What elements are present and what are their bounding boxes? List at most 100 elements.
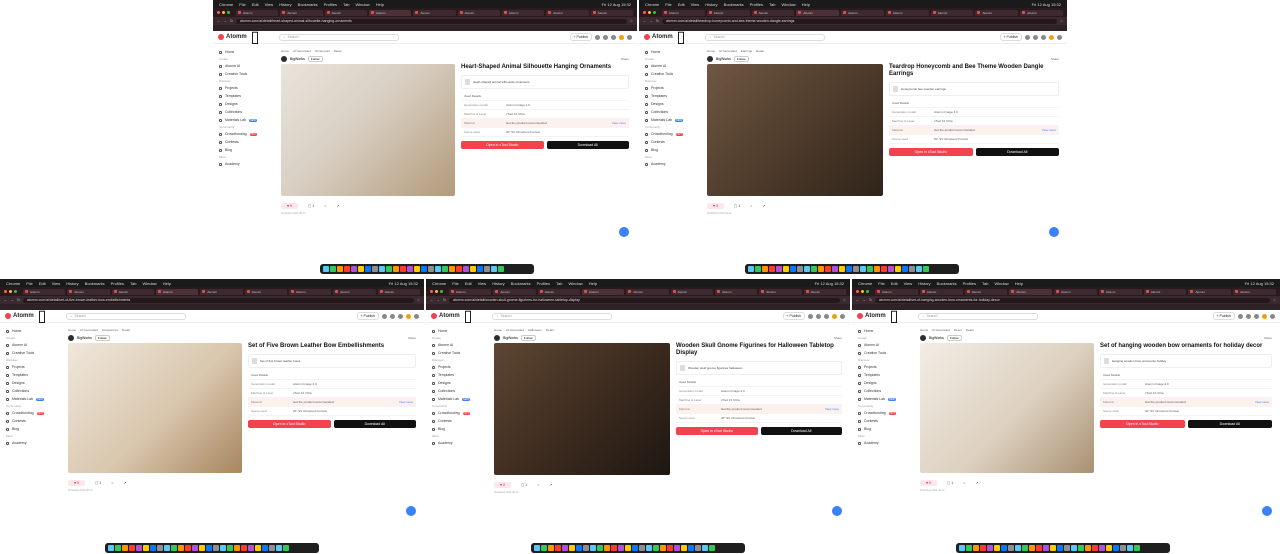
share-button[interactable]: Share [1051,57,1059,61]
menubar-item[interactable]: History [918,281,930,286]
menubar-item[interactable]: Bookmarks [298,2,318,7]
menubar-item[interactable]: Window [142,281,156,286]
breadcrumb-item[interactable]: Ornaments [315,49,330,53]
follow-button[interactable]: Follow [733,56,749,62]
dock-app-icon[interactable] [372,266,378,272]
address-field[interactable]: atomm.com/ai/detail/set-of-five-brown-le… [22,297,414,303]
dock-app-icon[interactable] [344,266,350,272]
dock-app-icon[interactable] [1085,545,1091,551]
star-icon[interactable]: ☆ [1273,298,1276,302]
menubar-item[interactable]: View [52,281,61,286]
browser-tab[interactable]: Atomm [885,9,929,16]
dock-app-icon[interactable] [660,545,666,551]
menubar-item[interactable]: History [492,281,504,286]
dock-app-icon[interactable] [393,266,399,272]
dock-app-icon[interactable] [1008,545,1014,551]
sidebar-item[interactable]: Home [6,327,54,335]
sidebar-item[interactable]: Home [645,48,693,56]
dock-app-icon[interactable] [351,266,357,272]
download-all-button[interactable]: Download All [333,420,416,428]
menubar-item[interactable]: Edit [465,281,472,286]
dock-app-icon[interactable] [709,545,715,551]
author-name[interactable]: BigWorks [503,336,518,340]
coin-icon[interactable] [619,34,624,40]
menubar-item[interactable]: Tab [130,281,136,286]
share-icon[interactable]: ↗ [762,204,765,208]
browser-tab[interactable]: Atomm [236,9,279,16]
follow-button[interactable]: Follow [307,56,323,62]
dock-app-icon[interactable] [192,545,198,551]
window-control-button[interactable] [866,290,869,293]
author-name[interactable]: BigWorks [290,57,305,61]
dock-app-icon[interactable] [959,545,965,551]
like-button[interactable]: ♥ 9 [920,480,937,486]
browser-tab[interactable]: Atomm [457,9,500,16]
dock-app-icon[interactable] [755,266,761,272]
dock-app-icon[interactable] [470,266,476,272]
forward-icon[interactable]: → [11,298,15,302]
menubar-item[interactable]: History [66,281,78,286]
menubar-item[interactable]: Edit [678,2,685,7]
dock-app-icon[interactable] [414,266,420,272]
menubar-item[interactable]: Profiles [537,281,550,286]
breadcrumb-item[interactable]: Detail [966,328,974,332]
menubar-item[interactable]: Help [376,2,384,7]
dock-app-icon[interactable] [632,545,638,551]
menubar-item[interactable]: Window [781,2,795,7]
window-control-button[interactable] [9,290,12,293]
browser-tab[interactable]: Atomm [1009,288,1053,295]
breadcrumb-item[interactable]: AI Generated [932,328,950,332]
menubar-item[interactable]: Tab [982,281,988,286]
dock-app-icon[interactable] [1064,545,1070,551]
browser-tab[interactable]: Atomm [333,288,376,295]
browser-tab[interactable]: Atomm [841,9,884,16]
dock-app-icon[interactable] [1092,545,1098,551]
dock-app-icon[interactable] [776,266,782,272]
cart-icon[interactable] [824,313,829,319]
user-avatar[interactable] [1270,313,1275,319]
dock-app-icon[interactable] [818,266,824,272]
dock-app-icon[interactable] [1078,545,1084,551]
menubar-item[interactable]: Help [163,281,171,286]
dock-app-icon[interactable] [987,545,993,551]
window-control-button[interactable] [430,290,433,293]
menubar-item[interactable]: Profiles [111,281,124,286]
back-icon[interactable]: ← [4,298,8,302]
collect-button[interactable]: ○ [537,483,539,487]
dock-app-icon[interactable] [157,545,163,551]
atomm-logo[interactable]: Atomm [644,34,673,40]
browser-tab[interactable]: Atomm [280,9,323,16]
browser-tab[interactable]: Atomm [759,288,802,295]
dock-app-icon[interactable] [1134,545,1140,551]
dock-app-icon[interactable] [597,545,603,551]
sidebar-item[interactable]: Collections [219,108,267,116]
sidebar-item[interactable]: Collections [645,108,693,116]
dock-app-icon[interactable] [185,545,191,551]
menubar-item[interactable]: History [705,2,717,7]
like-button[interactable]: ♥ 9 [707,203,724,209]
dock-app-icon[interactable] [255,545,261,551]
dock-app-icon[interactable] [199,545,205,551]
sidebar-item[interactable]: Templates [645,92,693,100]
publish-button[interactable]: + Publish [999,33,1022,41]
download-all-button[interactable]: Download All [975,148,1059,156]
reload-icon[interactable]: ↻ [656,19,659,23]
dock-app-icon[interactable] [783,266,789,272]
follow-button[interactable]: Follow [946,335,962,341]
share-button[interactable]: Share [408,336,416,340]
dock-app-icon[interactable] [122,545,128,551]
dock-app-icon[interactable] [674,545,680,551]
menubar-item[interactable]: Profiles [324,2,337,7]
reload-icon[interactable]: ↻ [17,298,20,302]
atomm-logo[interactable]: Atomm [857,313,886,319]
dock-app-icon[interactable] [206,545,212,551]
menubar-item[interactable]: Edit [891,281,898,286]
browser-tab[interactable]: Atomm [581,288,625,295]
browser-tab[interactable]: Atomm [975,9,1019,16]
message-icon[interactable] [390,313,395,319]
comment-button[interactable]: ▢ 1 [947,481,953,485]
breadcrumb-item[interactable]: AI Generated [719,49,737,53]
like-button[interactable]: ♥ 9 [68,480,85,486]
chat-fab-button[interactable] [406,506,416,516]
window-control-button[interactable] [648,11,651,14]
